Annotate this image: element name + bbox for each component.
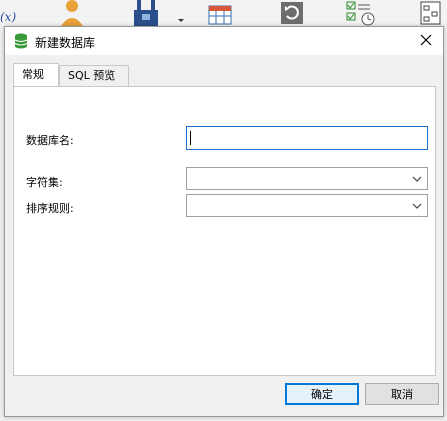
user-icon[interactable]	[58, 0, 86, 26]
dialog-title: 新建数据库	[35, 36, 96, 50]
chevron-down-icon	[412, 203, 422, 209]
schedule-icon[interactable]	[346, 0, 376, 26]
collation-select[interactable]	[186, 194, 428, 217]
database-icon	[14, 33, 28, 49]
chevron-down-icon	[412, 176, 422, 182]
close-icon	[420, 34, 432, 46]
function-label: (x)	[0, 10, 17, 24]
restore-icon[interactable]	[280, 0, 304, 26]
database-name-input[interactable]	[186, 126, 428, 150]
text-caret	[190, 131, 191, 145]
chevron-down-icon[interactable]	[176, 0, 186, 26]
charset-label: 字符集:	[26, 176, 63, 189]
database-name-label: 数据库名:	[26, 134, 74, 147]
background-toolbar: (x)	[0, 0, 447, 26]
dialog-titlebar[interactable]: 新建数据库	[5, 27, 443, 55]
general-panel: 数据库名: 字符集: 排序规则:	[13, 86, 436, 376]
model-icon[interactable]	[420, 0, 442, 26]
charset-select[interactable]	[186, 167, 428, 190]
cancel-button[interactable]: 取消	[365, 383, 439, 405]
tab-sql-preview[interactable]: SQL 预览	[59, 65, 129, 86]
ok-button[interactable]: 确定	[285, 383, 359, 405]
table-grid-icon[interactable]	[208, 0, 234, 26]
close-button[interactable]	[409, 27, 443, 53]
new-database-dialog: 新建数据库 常规 SQL 预览 数据库名: 字符集: 排序规则: 确定 取消	[4, 26, 444, 417]
collation-label: 排序规则:	[26, 202, 74, 215]
tab-general[interactable]: 常规	[13, 63, 59, 86]
plug-icon[interactable]	[132, 0, 162, 26]
